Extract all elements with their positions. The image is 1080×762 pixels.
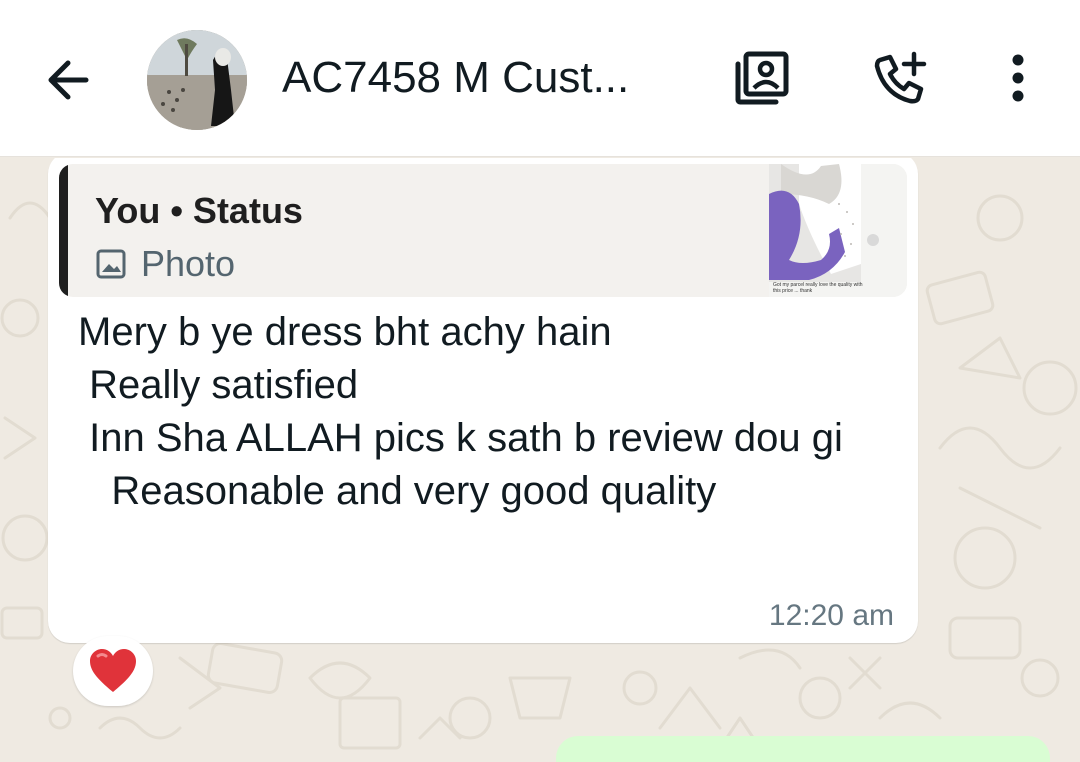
photo-icon xyxy=(96,249,126,279)
arrow-left-icon xyxy=(48,60,89,100)
chat-area[interactable]: You • Status Photo Got my parcel really … xyxy=(0,158,1080,762)
thumbnail-caption: Got my parcel really love the quality wi… xyxy=(773,282,863,294)
red-heart-icon xyxy=(90,649,136,692)
message-reaction[interactable] xyxy=(73,636,153,706)
message-text: Mery b ye dress bht achy hain Really sat… xyxy=(78,310,843,513)
quote-sender: You • Status xyxy=(95,190,303,231)
chat-title[interactable]: AC7458 M Cust... xyxy=(282,52,629,104)
status-photo xyxy=(769,164,907,297)
outgoing-message[interactable] xyxy=(556,736,1050,762)
chat-header: AC7458 M Cust... xyxy=(0,0,1080,157)
avatar[interactable] xyxy=(147,30,247,130)
back-button[interactable] xyxy=(40,52,96,108)
more-options-button[interactable] xyxy=(986,46,1050,110)
quoted-status-reply[interactable]: You • Status Photo Got my parcel really … xyxy=(59,164,907,297)
contact-info-button[interactable] xyxy=(730,46,794,110)
incoming-message[interactable]: You • Status Photo Got my parcel really … xyxy=(48,158,918,643)
quote-accent-bar xyxy=(59,164,68,297)
add-call-icon xyxy=(874,51,927,104)
avatar-photo xyxy=(147,30,247,130)
message-timestamp: 12:20 am xyxy=(768,599,894,632)
more-vertical-icon xyxy=(1012,54,1024,102)
quote-media-type: Photo xyxy=(95,242,235,286)
add-call-button[interactable] xyxy=(868,46,932,110)
quote-type-label: Photo xyxy=(141,243,236,284)
quote-thumbnail: Got my parcel really love the quality wi… xyxy=(769,164,907,297)
contact-card-icon xyxy=(735,51,789,105)
